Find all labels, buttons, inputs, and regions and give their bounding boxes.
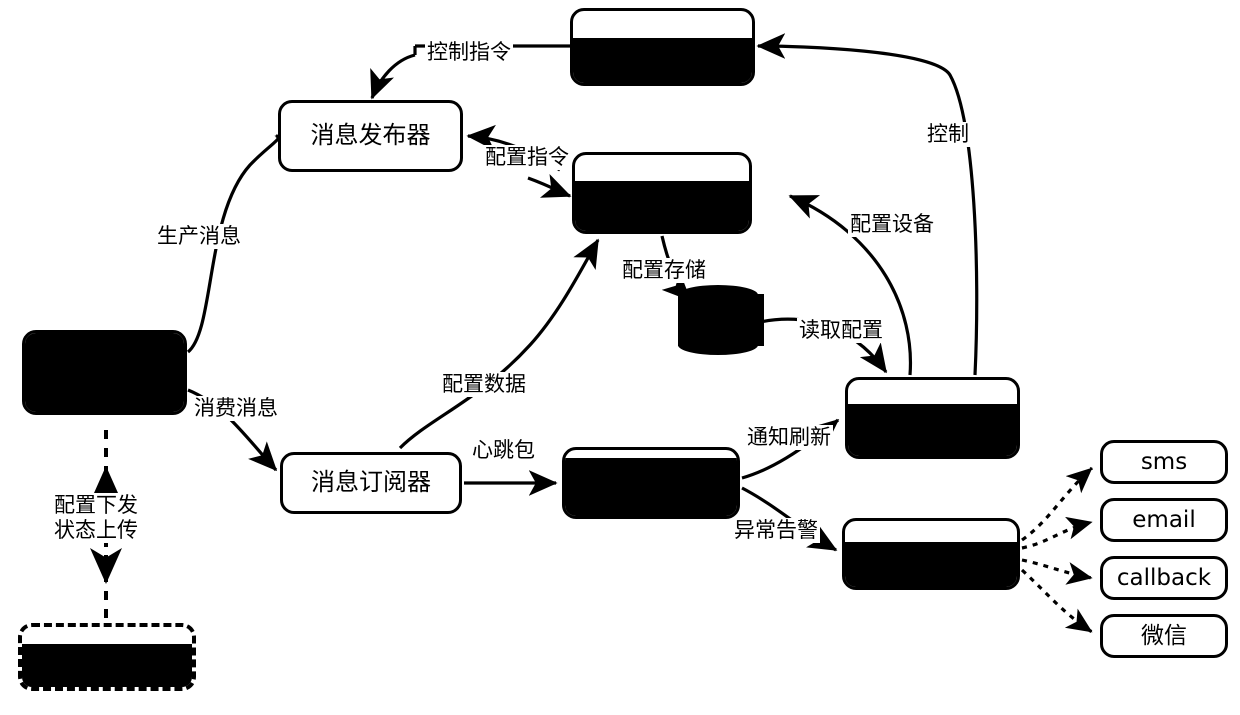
edge-label-control-command: 控制指令 (425, 40, 513, 66)
node-message-publisher[interactable]: 消息发布器 (278, 100, 463, 172)
redaction-bar (22, 643, 192, 687)
node-device-access[interactable]: 设备接入服务 (570, 8, 755, 86)
node-device-status-monitor[interactable]: 设备状态监测 (562, 447, 740, 519)
edge-label-exception-alarm: 异常告警 (732, 518, 820, 544)
node-label: 消息发布器 (310, 121, 431, 150)
cylinder-bottom (678, 335, 758, 355)
redaction-bar (565, 457, 737, 516)
edge-label-configure-device: 配置设备 (848, 212, 936, 238)
edge-label-read-config: 读取配置 (797, 318, 885, 344)
redaction-bar (848, 404, 1017, 456)
edge-label-produce-message: 生产消息 (155, 224, 243, 250)
node-message-subscriber[interactable]: 消息订阅器 (280, 452, 462, 514)
node-channel-wechat[interactable]: 微信 (1100, 614, 1228, 658)
node-label: 消息订阅器 (311, 468, 431, 497)
node-data-gateway[interactable]: 数据网关 (18, 623, 196, 691)
node-business-system-websocket[interactable]: 业务系统 (WebSocket) (845, 377, 1020, 459)
redaction-bar (845, 542, 1017, 587)
node-alarm-service[interactable]: 告警服务 (842, 518, 1020, 590)
edge-label-control: 控制 (925, 122, 971, 148)
diagram-canvas: 设备接入服务 消息发布器 设备配置器 消息中间件 业务系统 (WebSocket… (0, 0, 1240, 715)
redaction-bar (25, 333, 184, 412)
node-channel-callback[interactable]: callback (1100, 556, 1228, 600)
edge-label-config-data: 配置数据 (440, 372, 528, 398)
edge-label-config-downlink-status-uplink: 配置下发 状态上传 (52, 493, 140, 544)
edge-label-consume-message: 消费消息 (192, 396, 280, 422)
node-device-config-manager[interactable]: 设备配置器 (572, 152, 752, 234)
node-label: callback (1116, 564, 1212, 591)
edge-label-notify-refresh: 通知刷新 (745, 425, 833, 451)
node-config-database[interactable] (678, 285, 764, 355)
node-label: sms (1140, 448, 1188, 475)
node-channel-email[interactable]: email (1100, 498, 1228, 542)
edge-label-config-storage: 配置存储 (620, 258, 708, 284)
node-label: email (1132, 506, 1196, 533)
node-message-broker[interactable]: 消息中间件 (22, 330, 187, 415)
node-label: 微信 (1141, 622, 1187, 649)
edge-label-config-command: 配置指令 (483, 145, 571, 171)
cylinder-top (678, 285, 758, 305)
redaction-bar (573, 38, 752, 83)
edge-label-heartbeat: 心跳包 (470, 438, 537, 464)
node-channel-sms[interactable]: sms (1100, 440, 1228, 484)
redaction-bar (575, 180, 749, 231)
